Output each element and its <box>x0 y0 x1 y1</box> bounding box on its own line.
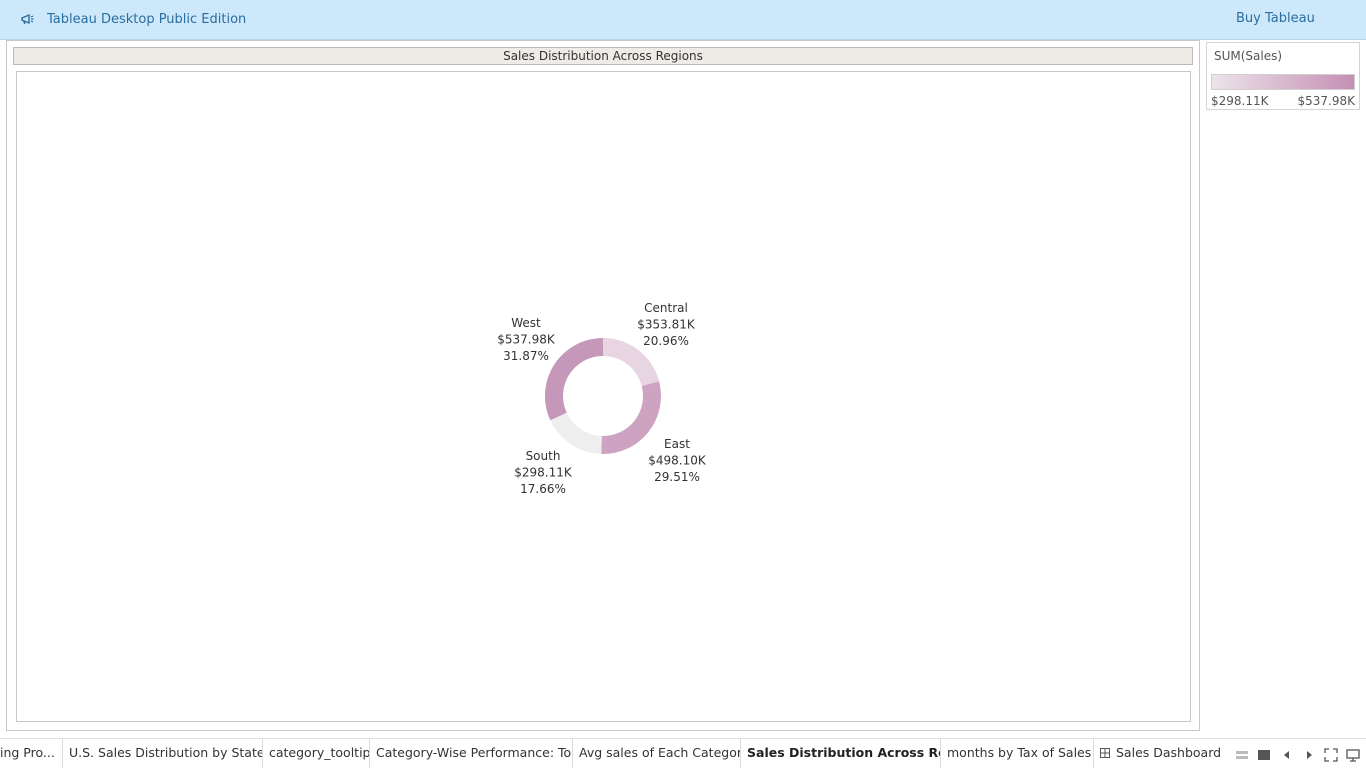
data-label-south-value: $298.11K <box>514 466 573 480</box>
data-label-central-value: $353.81K <box>637 318 696 332</box>
previous-sheet-icon[interactable] <box>1280 748 1294 762</box>
megaphone-icon <box>21 13 34 25</box>
device-preview-icon[interactable] <box>1346 748 1360 762</box>
tab-label: Sales Distribution Across Regi... <box>747 745 940 760</box>
data-label-east-value: $498.10K <box>648 454 707 468</box>
data-label-east-name: East <box>664 437 690 451</box>
tab-label: ing Pro... <box>0 745 55 760</box>
tab-sheet-2[interactable]: U.S. Sales Distribution by State ... <box>63 739 263 768</box>
data-label-south-percent: 17.66% <box>520 482 566 496</box>
tab-sheet-7[interactable]: months by Tax of Sales <box>941 739 1094 768</box>
data-label-west-percent: 31.87% <box>503 349 549 363</box>
donut-slice-south[interactable] <box>550 412 602 454</box>
top-bar: Tableau Desktop Public Edition Buy Table… <box>0 0 1366 40</box>
legend-max-label: $537.98K <box>1297 94 1356 108</box>
tab-sheet-1[interactable]: ing Pro... <box>0 739 63 768</box>
next-sheet-icon[interactable] <box>1302 748 1316 762</box>
legend-min-label: $298.11K <box>1211 94 1269 108</box>
tab-label: Category-Wise Performance: To... <box>376 745 573 760</box>
app-title: Tableau Desktop Public Edition <box>47 12 247 27</box>
tab-sheet-3[interactable]: category_tooltip <box>263 739 370 768</box>
legend-title: SUM(Sales) <box>1214 49 1283 63</box>
donut-slice-west[interactable] <box>544 338 603 421</box>
tab-sheet-6-active[interactable]: Sales Distribution Across Regi... <box>741 739 941 768</box>
buy-tableau-link[interactable]: Buy Tableau <box>1236 11 1315 26</box>
legend-color-ramp <box>1211 74 1355 90</box>
film-strip-icon[interactable] <box>1257 748 1271 762</box>
tab-label: Sales Dashboard <box>1116 745 1222 760</box>
tab-label: months by Tax of Sales <box>947 745 1092 760</box>
tab-sheet-4[interactable]: Category-Wise Performance: To... <box>370 739 573 768</box>
data-label-central-percent: 20.96% <box>643 334 689 348</box>
data-label-west-name: West <box>511 316 541 330</box>
plot-area: Central $353.81K 20.96% East $498.10K 29.51% S… <box>16 71 1191 722</box>
data-label-west-value: $537.98K <box>497 333 556 347</box>
dashboard-icon <box>1100 748 1110 758</box>
tab-label: Avg sales of Each Category <box>579 745 741 760</box>
donut-chart: Central $353.81K 20.96% East $498.10K 29.51% S… <box>497 301 707 496</box>
color-legend[interactable]: SUM(Sales) $298.11K $537.98K <box>1206 42 1360 110</box>
donut-slice-east[interactable] <box>601 381 661 454</box>
data-label-central-name: Central <box>644 301 688 315</box>
tab-sheet-5[interactable]: Avg sales of Each Category <box>573 739 741 768</box>
sheet-sorter-icon[interactable] <box>1235 748 1249 762</box>
tab-dashboard[interactable]: Sales Dashboard <box>1094 739 1222 768</box>
sheet-tab-bar: ing Pro... U.S. Sales Distribution by St… <box>0 738 1366 768</box>
data-label-east-percent: 29.51% <box>654 470 700 484</box>
data-label-south-name: South <box>526 449 561 463</box>
presentation-mode-icon[interactable] <box>1324 748 1338 762</box>
tab-label: category_tooltip <box>269 745 370 760</box>
worksheet-title: Sales Distribution Across Regions <box>13 47 1193 65</box>
tab-label: U.S. Sales Distribution by State ... <box>69 745 263 760</box>
